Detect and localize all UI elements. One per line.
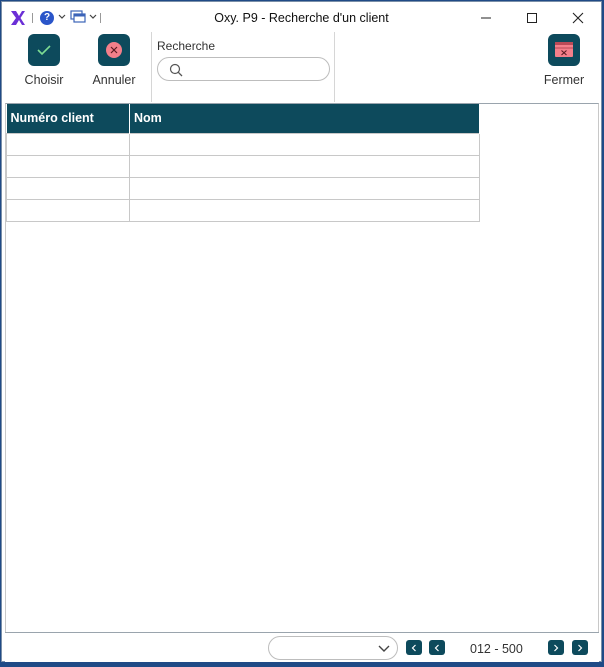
chevron-down-icon: [378, 645, 390, 652]
choose-button[interactable]: Choisir: [21, 34, 67, 87]
results-grid: Numéro client Nom: [5, 103, 599, 632]
chevron-left-icon: [434, 644, 439, 652]
table-row[interactable]: [6, 198, 480, 222]
cell-client-number[interactable]: [6, 132, 130, 156]
pagination-bar: 012 - 500: [5, 632, 599, 662]
maximize-button[interactable]: [509, 2, 555, 32]
chevron-left-icon: [411, 644, 416, 652]
table-row[interactable]: [6, 154, 480, 178]
search-client-window: ? Oxy. P9 - Recherche d'un client Choisi…: [1, 1, 602, 662]
close-label: Fermer: [543, 73, 585, 87]
table-row[interactable]: [6, 132, 480, 156]
chevron-right-icon: [578, 644, 583, 652]
toolbar-separator: [334, 32, 335, 102]
cell-name[interactable]: [129, 154, 480, 178]
cell-client-number[interactable]: [6, 154, 130, 178]
minimize-icon: [481, 17, 491, 19]
previous-page-button[interactable]: [429, 640, 445, 655]
search-icon: [169, 63, 183, 77]
toolbar-separator: [151, 32, 152, 102]
search-input[interactable]: [188, 60, 327, 80]
toolbar: Choisir Annuler Recherche Fermer: [2, 32, 601, 103]
client-table: Numéro client Nom: [6, 104, 480, 222]
column-header-name[interactable]: Nom: [129, 104, 480, 133]
title-bar: ? Oxy. P9 - Recherche d'un client: [2, 2, 601, 32]
page-select[interactable]: [268, 636, 398, 660]
minimize-button[interactable]: [463, 2, 509, 32]
cell-name[interactable]: [129, 198, 480, 222]
cancel-icon: [98, 34, 130, 66]
close-window-button[interactable]: [555, 2, 601, 32]
close-button[interactable]: Fermer: [540, 34, 588, 87]
chevron-right-icon: [554, 644, 559, 652]
page-range-text: 012 - 500: [470, 642, 523, 656]
choose-label: Choisir: [24, 73, 64, 87]
cancel-label: Annuler: [92, 73, 136, 87]
cell-client-number[interactable]: [6, 176, 130, 200]
last-page-button[interactable]: [572, 640, 588, 655]
maximize-icon: [527, 13, 537, 23]
cell-name[interactable]: [129, 176, 480, 200]
next-page-button[interactable]: [548, 640, 564, 655]
check-icon: [28, 34, 60, 66]
search-label: Recherche: [157, 39, 216, 53]
close-window-icon: [548, 34, 580, 66]
cell-name[interactable]: [129, 132, 480, 156]
close-icon: [572, 12, 584, 24]
search-field[interactable]: [157, 57, 330, 81]
cancel-button[interactable]: Annuler: [90, 34, 138, 87]
table-row[interactable]: [6, 176, 480, 200]
cell-client-number[interactable]: [6, 198, 130, 222]
first-page-button[interactable]: [406, 640, 422, 655]
table-header-row: Numéro client Nom: [6, 104, 480, 133]
column-header-client-number[interactable]: Numéro client: [6, 104, 130, 133]
